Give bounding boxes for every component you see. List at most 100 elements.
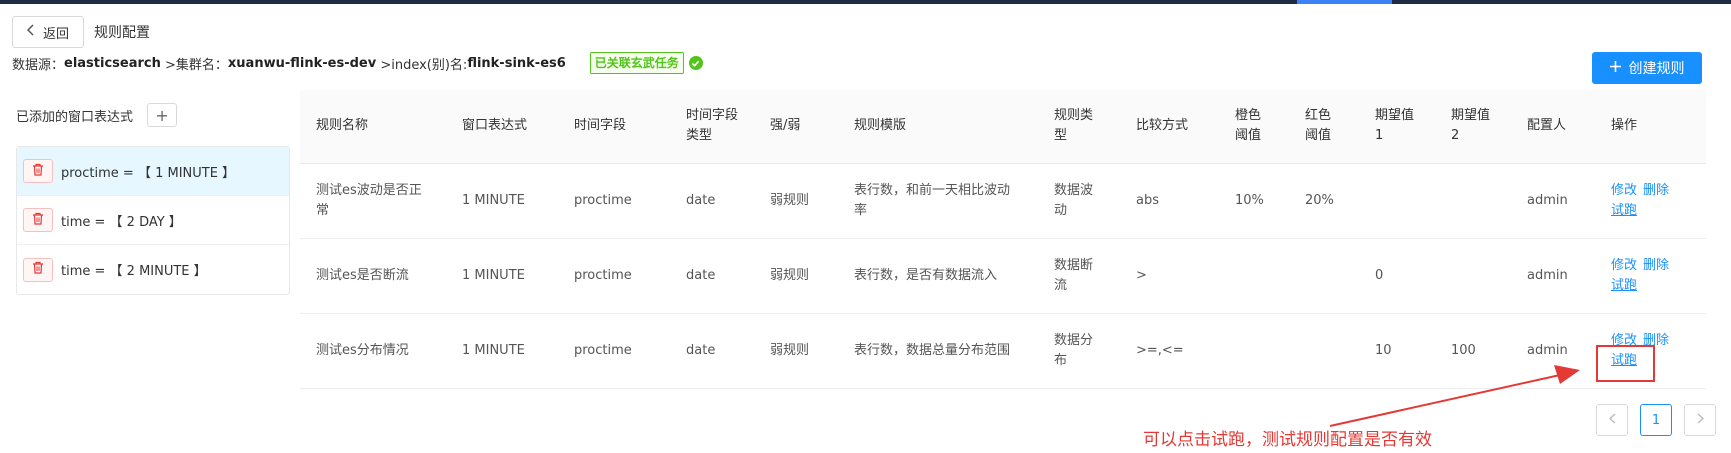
- window-expr-text: proctime = 【 1 MINUTE 】: [61, 165, 236, 181]
- delete-link[interactable]: 删除: [1643, 258, 1669, 273]
- page-number-button[interactable]: 1: [1640, 404, 1672, 436]
- rules-table: 规则名称 窗口表达式 时间字段 时间字段类型 强/弱 规则模版 规则类型 比较方…: [300, 90, 1706, 389]
- table-cell: 1 MINUTE: [446, 238, 558, 314]
- table-cell: [1359, 163, 1435, 239]
- table-row: 测试es是否断流 1 MINUTE proctime date 弱规则 表行数，…: [300, 238, 1706, 314]
- add-window-expr-button[interactable]: +: [147, 103, 178, 127]
- annotation-arrow: [1329, 365, 1580, 427]
- column-header: 窗口表达式: [446, 90, 558, 164]
- column-header: 时间字段类型: [670, 90, 754, 164]
- window-expr-header: 已添加的窗口表达式 +: [16, 103, 178, 127]
- table-cell: >: [1120, 238, 1219, 314]
- column-header: 规则名称: [300, 90, 446, 164]
- create-rule-label: 创建规则: [1628, 61, 1685, 77]
- table-cell: 数据波动: [1038, 163, 1120, 239]
- datasource-label: 数据源：: [12, 57, 65, 73]
- cluster-value: xuanwu-flink-es-dev: [227, 55, 377, 71]
- table-cell: [1219, 313, 1289, 389]
- table-cell: admin: [1511, 163, 1595, 239]
- delete-expr-button[interactable]: [23, 257, 53, 282]
- table-cell: 10%: [1219, 163, 1289, 239]
- actions-cell: 修改 删除 试跑: [1595, 238, 1706, 314]
- create-rule-button[interactable]: 创建规则: [1592, 52, 1702, 84]
- table-cell: >=,<=: [1120, 313, 1219, 389]
- delete-expr-button[interactable]: [23, 208, 53, 232]
- trial-run-link[interactable]: 试跑: [1611, 203, 1637, 218]
- trash-icon: [32, 163, 44, 180]
- index-label: >index(别)名:: [380, 57, 468, 73]
- edit-link[interactable]: 修改: [1611, 183, 1637, 198]
- window-expr-heading: 已添加的窗口表达式: [16, 109, 134, 125]
- actions-cell: 修改 删除 试跑: [1595, 163, 1706, 239]
- chevron-left-icon: [26, 24, 35, 40]
- table-cell: 表行数，和前一天相比波动率: [838, 163, 1038, 239]
- edit-link[interactable]: 修改: [1611, 258, 1637, 273]
- plus-icon: +: [155, 105, 169, 125]
- table-cell: 1 MINUTE: [446, 163, 558, 239]
- column-header: 红色阈值: [1289, 90, 1359, 164]
- table-cell: 测试es是否断流: [300, 238, 446, 314]
- table-cell: 数据断流: [1038, 238, 1120, 314]
- table-cell: proctime: [558, 313, 670, 389]
- breadcrumb: 数据源： elasticsearch >集群名： xuanwu-flink-es…: [12, 50, 703, 76]
- window-expr-text: time = 【 2 MINUTE 】: [61, 264, 207, 279]
- trial-run-link[interactable]: 试跑: [1611, 278, 1637, 293]
- chevron-left-icon: [1608, 412, 1616, 428]
- highlight-box: [1596, 345, 1655, 382]
- table-cell: 0: [1359, 238, 1435, 314]
- table-cell: date: [670, 238, 754, 314]
- cluster-label: >集群名：: [165, 57, 228, 73]
- page-title: 规则配置: [94, 25, 151, 41]
- column-header: 橙色阈值: [1219, 90, 1289, 164]
- column-header: 规则类型: [1038, 90, 1120, 164]
- window-expr-item[interactable]: time = 【 2 DAY 】: [17, 196, 289, 245]
- table-cell: 弱规则: [754, 163, 838, 239]
- table-cell: admin: [1511, 238, 1595, 314]
- trash-icon: [32, 212, 44, 229]
- table-cell: [1219, 238, 1289, 314]
- check-circle-icon: [688, 56, 703, 70]
- window-expr-list: proctime = 【 1 MINUTE 】 time = 【 2 DAY 】…: [16, 146, 290, 295]
- column-header: 期望值1: [1359, 90, 1435, 164]
- table-cell: [1435, 163, 1511, 239]
- linked-task-badge: 已关联玄武任务: [589, 52, 684, 74]
- table-cell: 20%: [1289, 163, 1359, 239]
- column-header: 时间字段: [558, 90, 670, 164]
- window-expr-item[interactable]: proctime = 【 1 MINUTE 】: [17, 147, 289, 196]
- column-header: 配置人: [1511, 90, 1595, 164]
- trash-icon: [32, 261, 44, 278]
- pagination: 1: [1596, 404, 1716, 436]
- table-cell: 1 MINUTE: [446, 313, 558, 389]
- prev-page-button[interactable]: [1596, 404, 1628, 436]
- back-button[interactable]: 返回: [12, 16, 85, 48]
- table-row: 测试es波动是否正常 1 MINUTE proctime date 弱规则 表行…: [300, 163, 1706, 239]
- table-cell: [1435, 238, 1511, 314]
- column-header: 强/弱: [754, 90, 838, 164]
- table-cell: 测试es分布情况: [300, 313, 446, 389]
- column-header: 规则模版: [838, 90, 1038, 164]
- chevron-right-icon: [1697, 412, 1704, 428]
- plus-icon: [1609, 60, 1621, 76]
- back-label: 返回: [43, 26, 70, 42]
- top-border-accent: [1297, 0, 1392, 4]
- table-cell: 表行数，数据总量分布范围: [838, 313, 1038, 389]
- table-cell: abs: [1120, 163, 1219, 239]
- datasource-value: elasticsearch: [64, 55, 161, 71]
- delete-expr-button[interactable]: [23, 159, 53, 183]
- table-cell: [1289, 238, 1359, 314]
- table-cell: date: [670, 313, 754, 389]
- table-header-row: 规则名称 窗口表达式 时间字段 时间字段类型 强/弱 规则模版 规则类型 比较方…: [300, 90, 1706, 164]
- table-cell: 弱规则: [754, 238, 838, 314]
- column-header: 操作: [1595, 90, 1706, 164]
- next-page-button[interactable]: [1684, 404, 1716, 436]
- delete-link[interactable]: 删除: [1643, 183, 1669, 198]
- top-border: [0, 0, 1731, 4]
- window-expr-item[interactable]: time = 【 2 MINUTE 】: [17, 245, 289, 294]
- header: 返回 规则配置: [12, 16, 150, 48]
- index-value: flink-sink-es6: [467, 55, 566, 71]
- table-cell: 表行数，是否有数据流入: [838, 238, 1038, 314]
- table-cell: 数据分布: [1038, 313, 1120, 389]
- table-cell: 弱规则: [754, 313, 838, 389]
- window-expr-text: time = 【 2 DAY 】: [61, 214, 182, 230]
- annotation-text: 可以点击试跑，测试规则配置是否有效: [1143, 430, 1432, 450]
